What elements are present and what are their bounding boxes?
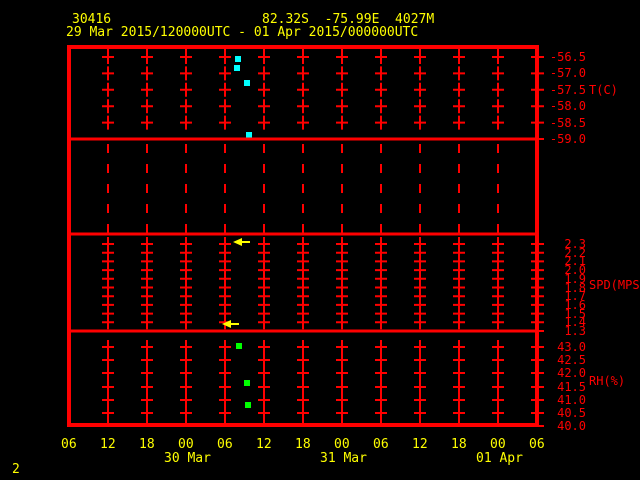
y-axis-title: T(C) bbox=[589, 83, 618, 97]
relative-humidity-data-point bbox=[245, 402, 251, 408]
x-axis-tick-label: 06 bbox=[373, 437, 389, 452]
wind-speed-wind-vector-arrowhead bbox=[233, 238, 242, 246]
wind-speed-tick-label: 1.3 bbox=[564, 324, 586, 338]
x-axis-tick-label: 12 bbox=[412, 437, 428, 452]
relative-humidity-grid bbox=[102, 340, 504, 420]
x-axis-date-label: 31 Mar bbox=[320, 451, 367, 466]
temperature-tick-label: -57.5 bbox=[549, 82, 586, 97]
timeseries-chart bbox=[67, 45, 544, 427]
temperature-data-point bbox=[235, 56, 241, 62]
temperature-tick-label: -59.0 bbox=[549, 132, 586, 146]
x-axis-tick-label: 18 bbox=[451, 437, 467, 452]
x-axis-tick-label: 12 bbox=[256, 437, 272, 452]
wind-speed-wind-vector-arrowhead bbox=[222, 320, 231, 328]
y-axis-title: RH(%) bbox=[589, 374, 626, 388]
temperature-tick-label: -56.5 bbox=[549, 50, 586, 64]
x-axis-tick-label: 00 bbox=[490, 437, 506, 452]
x-axis-tick-label: 00 bbox=[334, 437, 350, 452]
station-timeseries-screen: 30416 82.32S -75.99E 4027M 29 Mar 2015/1… bbox=[0, 0, 640, 480]
temperature-data-point bbox=[244, 80, 250, 86]
temperature-tick-label: -58.0 bbox=[549, 99, 586, 114]
x-axis-tick-label: 00 bbox=[178, 437, 194, 452]
temperature-tick-label: -57.0 bbox=[549, 66, 586, 81]
temperature-tick-label: -58.5 bbox=[549, 115, 586, 130]
relative-humidity-tick-label: 40.0 bbox=[557, 419, 586, 433]
page-number: 2 bbox=[12, 462, 20, 477]
x-axis-tick-label: 06 bbox=[61, 437, 77, 452]
y-axis-title: SPD(MPS) bbox=[589, 278, 640, 292]
x-axis-tick-label: 18 bbox=[139, 437, 155, 452]
relative-humidity-data-point bbox=[236, 343, 242, 349]
x-axis-date-label: 01 Apr bbox=[476, 451, 523, 466]
x-axis-tick-label: 06 bbox=[217, 437, 233, 452]
relative-humidity-tick-label: 42.0 bbox=[557, 366, 586, 380]
x-axis-date-label: 30 Mar bbox=[164, 451, 211, 466]
x-axis-tick-label: 18 bbox=[295, 437, 311, 452]
time-period: 29 Mar 2015/120000UTC - 01 Apr 2015/0000… bbox=[66, 25, 419, 40]
temperature-data-point bbox=[234, 65, 240, 71]
temperature-data-point bbox=[246, 132, 252, 138]
x-axis-tick-label: 12 bbox=[100, 437, 116, 452]
wind-speed-grid bbox=[102, 237, 504, 330]
x-axis-tick-label: 06 bbox=[529, 437, 545, 452]
wind-direction-grid bbox=[107, 144, 499, 237]
temperature-grid bbox=[102, 50, 504, 130]
relative-humidity-data-point bbox=[244, 380, 250, 386]
